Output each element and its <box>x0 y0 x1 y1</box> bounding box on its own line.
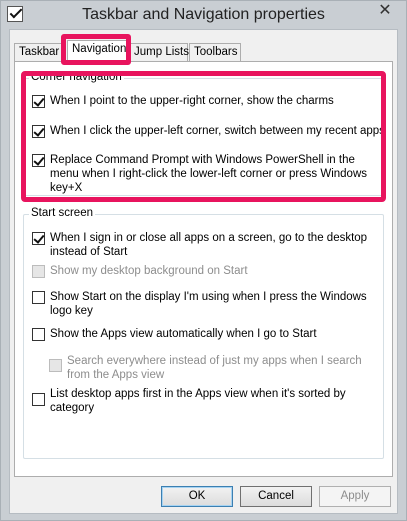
cancel-button[interactable]: Cancel <box>240 486 312 507</box>
window-title: Taskbar and Navigation properties <box>82 6 325 23</box>
corner-navigation-legend: Corner navigation <box>29 71 124 83</box>
option-label: Replace Command Prompt with Windows Powe… <box>50 154 368 194</box>
checkbox-go-to-desktop[interactable] <box>32 232 45 245</box>
close-button[interactable]: ✕ <box>370 1 400 21</box>
apply-button: Apply <box>319 486 391 507</box>
checkbox-switch-recent-apps[interactable] <box>32 125 45 138</box>
option-label: Show Start on the display I'm using when… <box>50 291 367 317</box>
tab-taskbar[interactable]: Taskbar <box>14 43 64 62</box>
option-label: Show my desktop background on Start <box>50 265 248 277</box>
ok-button[interactable]: OK <box>161 486 233 507</box>
start-screen-legend: Start screen <box>29 207 95 219</box>
checkbox-powershell[interactable] <box>32 154 45 167</box>
checkbox-desktop-apps-first[interactable] <box>32 393 45 406</box>
checkbox-search-everywhere <box>49 359 62 372</box>
tab-toolbars[interactable]: Toolbars <box>189 43 241 62</box>
title-bar[interactable]: Taskbar and Navigation properties ✕ <box>1 1 406 29</box>
dialog-client-area: Taskbar Navigation Jump Lists Toolbars C… <box>9 29 398 514</box>
option-label: Show the Apps view automatically when I … <box>50 328 317 340</box>
option-label: When I sign in or close all apps on a sc… <box>50 232 368 258</box>
tab-jump-lists[interactable]: Jump Lists <box>129 43 189 62</box>
start-screen-group: Start screen When I sign in or close all… <box>23 207 384 459</box>
tab-navigation[interactable]: Navigation <box>67 40 129 62</box>
option-label: When I point to the upper-right corner, … <box>50 95 334 107</box>
checkbox-show-charms[interactable] <box>32 95 45 108</box>
properties-window: Taskbar and Navigation properties ✕ Task… <box>0 0 407 521</box>
checkbox-start-on-display[interactable] <box>32 291 45 304</box>
option-label: List desktop apps first in the Apps view… <box>50 388 346 414</box>
checkbox-desktop-background <box>32 265 45 278</box>
navigation-panel: Corner navigation When I point to the up… <box>14 61 393 477</box>
option-label: Search everywhere instead of just my app… <box>67 355 362 381</box>
option-label: When I click the upper-left corner, swit… <box>50 125 385 137</box>
checkbox-apps-view-auto[interactable] <box>32 328 45 341</box>
corner-navigation-group: Corner navigation When I point to the up… <box>23 71 385 196</box>
